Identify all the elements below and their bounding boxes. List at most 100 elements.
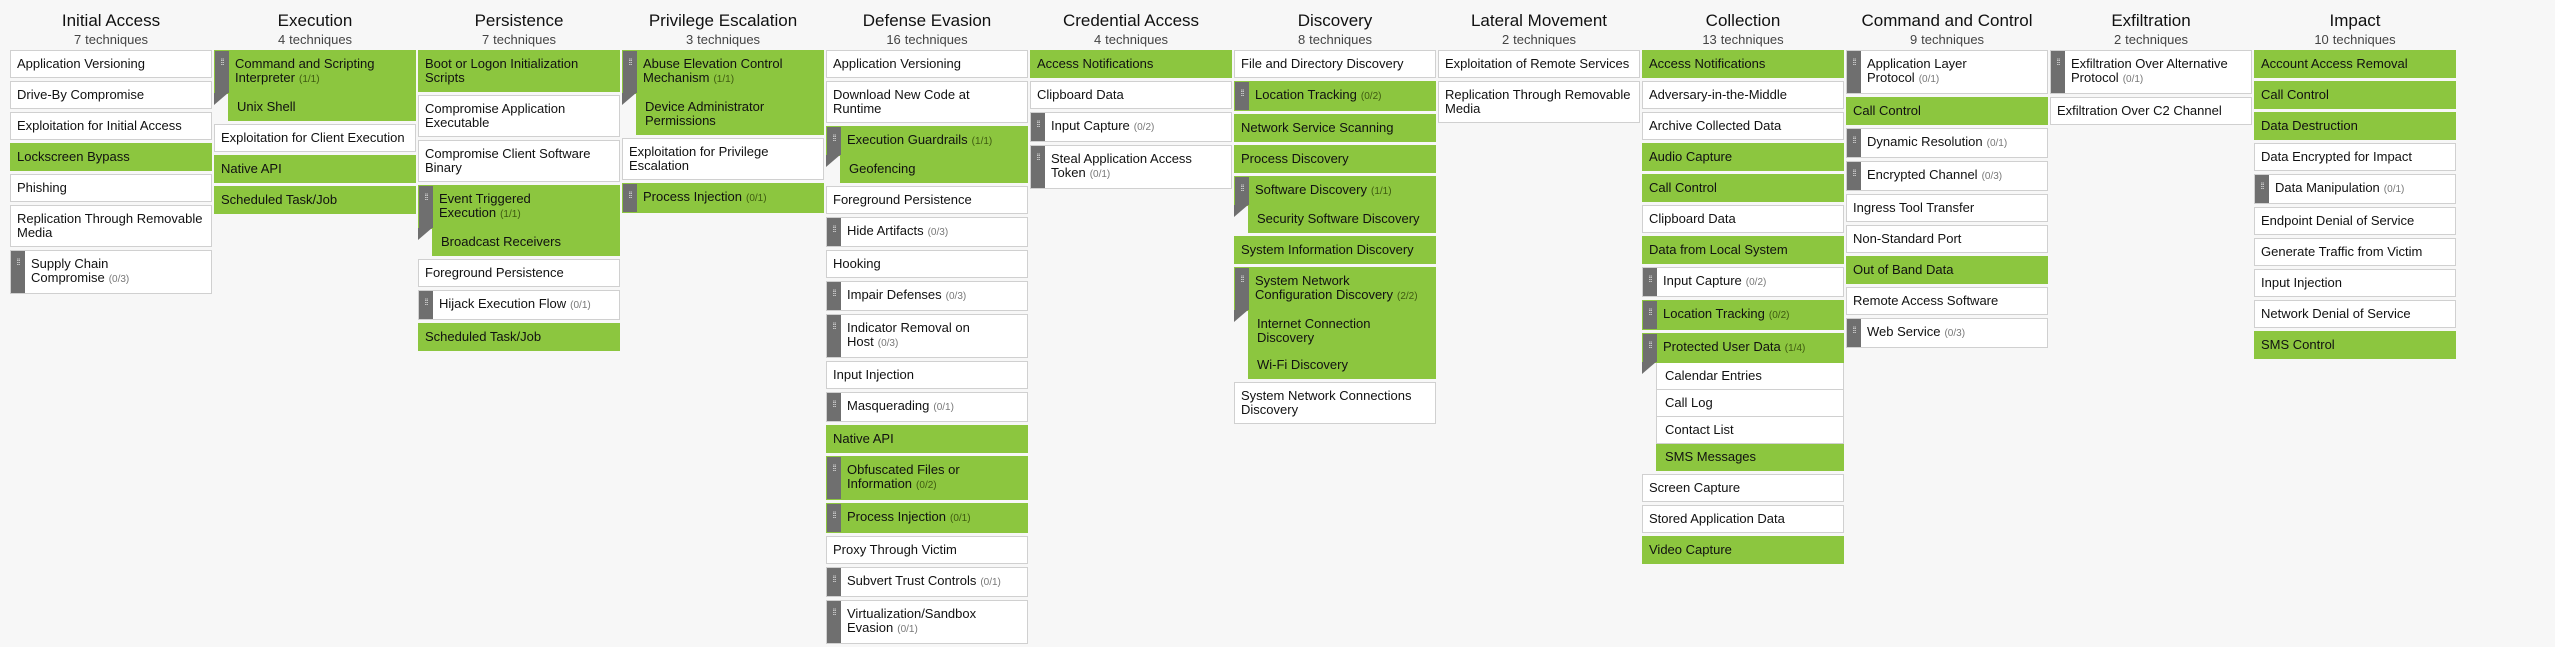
expand-subtechniques-handle-icon[interactable]: ⁞⁞ bbox=[2051, 51, 2065, 93]
tactic-header[interactable]: Persistence 7 techniques bbox=[418, 10, 620, 50]
technique-cell-software-discovery[interactable]: ⁞⁞ Software Discovery (1/1) bbox=[1234, 176, 1436, 217]
technique-cell-exfiltration-over-c2-channel[interactable]: Exfiltration Over C2 Channel bbox=[2050, 97, 2252, 125]
technique-cell-web-service[interactable]: ⁞⁞ Web Service (0/3) bbox=[1846, 318, 2048, 348]
technique-cell-replication-through-removable-media[interactable]: Replication Through Removable Media bbox=[1438, 81, 1640, 123]
sub-technique-cell-call-log[interactable]: Call Log bbox=[1656, 390, 1844, 417]
expand-subtechniques-handle-icon[interactable]: ⁞⁞ bbox=[1847, 51, 1861, 93]
sub-technique-cell-calendar-entries[interactable]: Calendar Entries bbox=[1656, 363, 1844, 390]
technique-cell-data-manipulation[interactable]: ⁞⁞ Data Manipulation (0/1) bbox=[2254, 174, 2456, 204]
technique-cell-exploitation-for-privilege-escalation[interactable]: Exploitation for Privilege Escalation bbox=[622, 138, 824, 180]
tactic-header[interactable]: Command and Control 9 techniques bbox=[1846, 10, 2048, 50]
technique-cell-scheduled-task-job[interactable]: Scheduled Task/Job bbox=[214, 186, 416, 214]
expand-subtechniques-handle-icon[interactable]: ⁞⁞ bbox=[827, 504, 841, 532]
technique-cell-obfuscated-files-or-information[interactable]: ⁞⁞ Obfuscated Files or Information (0/2) bbox=[826, 456, 1028, 500]
technique-cell-hide-artifacts[interactable]: ⁞⁞ Hide Artifacts (0/3) bbox=[826, 217, 1028, 247]
technique-cell-exploitation-for-initial-access[interactable]: Exploitation for Initial Access bbox=[10, 112, 212, 140]
technique-cell-steal-application-access-token[interactable]: ⁞⁞ Steal Application Access Token (0/1) bbox=[1030, 145, 1232, 189]
technique-cell-access-notifications[interactable]: Access Notifications bbox=[1030, 50, 1232, 78]
technique-cell-impair-defenses[interactable]: ⁞⁞ Impair Defenses (0/3) bbox=[826, 281, 1028, 311]
expand-subtechniques-handle-icon[interactable]: ⁞⁞ bbox=[1643, 301, 1657, 329]
sub-technique-cell-wi-fi-discovery[interactable]: Wi-Fi Discovery bbox=[1248, 352, 1436, 379]
technique-cell-native-api[interactable]: Native API bbox=[214, 155, 416, 183]
technique-cell-input-capture[interactable]: ⁞⁞ Input Capture (0/2) bbox=[1030, 112, 1232, 142]
tactic-header[interactable]: Exfiltration 2 techniques bbox=[2050, 10, 2252, 50]
technique-cell-remote-access-software[interactable]: Remote Access Software bbox=[1846, 287, 2048, 315]
expand-subtechniques-handle-icon[interactable]: ⁞⁞ bbox=[827, 315, 841, 357]
technique-cell-command-and-scripting-interpreter[interactable]: ⁞⁞ Command and Scripting Interpreter (1/1) bbox=[214, 50, 416, 105]
expand-subtechniques-handle-icon[interactable]: ⁞⁞ bbox=[1847, 162, 1861, 190]
expand-subtechniques-handle-icon[interactable]: ⁞⁞ bbox=[623, 184, 637, 212]
expand-subtechniques-handle-icon[interactable]: ⁞⁞ bbox=[827, 457, 841, 499]
expand-subtechniques-handle-icon[interactable]: ⁞⁞ bbox=[827, 282, 841, 310]
expand-subtechniques-handle-icon[interactable]: ⁞⁞ bbox=[827, 601, 841, 643]
technique-cell-input-injection[interactable]: Input Injection bbox=[2254, 269, 2456, 297]
technique-cell-call-control[interactable]: Call Control bbox=[1846, 97, 2048, 125]
expand-subtechniques-handle-icon[interactable]: ⁞⁞ bbox=[827, 127, 841, 155]
technique-cell-virtualization-sandbox-evasion[interactable]: ⁞⁞ Virtualization/Sandbox Evasion (0/1) bbox=[826, 600, 1028, 644]
sub-technique-cell-broadcast-receivers[interactable]: Broadcast Receivers bbox=[432, 229, 620, 256]
technique-cell-compromise-application-executable[interactable]: Compromise Application Executable bbox=[418, 95, 620, 137]
technique-cell-data-encrypted-for-impact[interactable]: Data Encrypted for Impact bbox=[2254, 143, 2456, 171]
technique-cell-endpoint-denial-of-service[interactable]: Endpoint Denial of Service bbox=[2254, 207, 2456, 235]
technique-cell-supply-chain-compromise[interactable]: ⁞⁞ Supply Chain Compromise (0/3) bbox=[10, 250, 212, 294]
technique-cell-generate-traffic-from-victim[interactable]: Generate Traffic from Victim bbox=[2254, 238, 2456, 266]
expand-subtechniques-handle-icon[interactable]: ⁞⁞ bbox=[1847, 319, 1861, 347]
technique-cell-exploitation-of-remote-services[interactable]: Exploitation of Remote Services bbox=[1438, 50, 1640, 78]
expand-subtechniques-handle-icon[interactable]: ⁞⁞ bbox=[827, 393, 841, 421]
expand-subtechniques-handle-icon[interactable]: ⁞⁞ bbox=[1847, 129, 1861, 157]
technique-cell-indicator-removal-on-host[interactable]: ⁞⁞ Indicator Removal on Host (0/3) bbox=[826, 314, 1028, 358]
expand-subtechniques-handle-icon[interactable]: ⁞⁞ bbox=[1235, 177, 1249, 205]
technique-cell-process-injection[interactable]: ⁞⁞ Process Injection (0/1) bbox=[622, 183, 824, 213]
technique-cell-download-new-code-at-runtime[interactable]: Download New Code at Runtime bbox=[826, 81, 1028, 123]
expand-subtechniques-handle-icon[interactable]: ⁞⁞ bbox=[1643, 268, 1657, 296]
technique-cell-call-control[interactable]: Call Control bbox=[1642, 174, 1844, 202]
technique-cell-protected-user-data[interactable]: ⁞⁞ Protected User Data (1/4) bbox=[1642, 333, 1844, 374]
tactic-header[interactable]: Defense Evasion 16 techniques bbox=[826, 10, 1028, 50]
technique-cell-system-network-connections-discovery[interactable]: System Network Connections Discovery bbox=[1234, 382, 1436, 424]
technique-cell-input-injection[interactable]: Input Injection bbox=[826, 361, 1028, 389]
technique-cell-archive-collected-data[interactable]: Archive Collected Data bbox=[1642, 112, 1844, 140]
technique-cell-clipboard-data[interactable]: Clipboard Data bbox=[1642, 205, 1844, 233]
sub-technique-cell-device-administrator-permissions[interactable]: Device Administrator Permissions bbox=[636, 94, 824, 135]
technique-cell-lockscreen-bypass[interactable]: Lockscreen Bypass bbox=[10, 143, 212, 171]
expand-subtechniques-handle-icon[interactable]: ⁞⁞ bbox=[2255, 175, 2269, 203]
expand-subtechniques-handle-icon[interactable]: ⁞⁞ bbox=[1031, 146, 1045, 188]
technique-cell-adversary-in-the-middle[interactable]: Adversary-in-the-Middle bbox=[1642, 81, 1844, 109]
tactic-header[interactable]: Initial Access 7 techniques bbox=[10, 10, 212, 50]
technique-cell-data-destruction[interactable]: Data Destruction bbox=[2254, 112, 2456, 140]
technique-cell-location-tracking[interactable]: ⁞⁞ Location Tracking (0/2) bbox=[1642, 300, 1844, 330]
expand-subtechniques-handle-icon[interactable]: ⁞⁞ bbox=[1235, 82, 1249, 110]
technique-cell-proxy-through-victim[interactable]: Proxy Through Victim bbox=[826, 536, 1028, 564]
technique-cell-abuse-elevation-control-mechanism[interactable]: ⁞⁞ Abuse Elevation Control Mechanism (1/1) bbox=[622, 50, 824, 105]
tactic-header[interactable]: Credential Access 4 techniques bbox=[1030, 10, 1232, 50]
technique-cell-exploitation-for-client-execution[interactable]: Exploitation for Client Execution bbox=[214, 124, 416, 152]
expand-subtechniques-handle-icon[interactable]: ⁞⁞ bbox=[623, 51, 637, 93]
technique-cell-application-versioning[interactable]: Application Versioning bbox=[826, 50, 1028, 78]
technique-cell-file-and-directory-discovery[interactable]: File and Directory Discovery bbox=[1234, 50, 1436, 78]
technique-cell-call-control[interactable]: Call Control bbox=[2254, 81, 2456, 109]
technique-cell-data-from-local-system[interactable]: Data from Local System bbox=[1642, 236, 1844, 264]
technique-cell-process-discovery[interactable]: Process Discovery bbox=[1234, 145, 1436, 173]
technique-cell-dynamic-resolution[interactable]: ⁞⁞ Dynamic Resolution (0/1) bbox=[1846, 128, 2048, 158]
technique-cell-location-tracking[interactable]: ⁞⁞ Location Tracking (0/2) bbox=[1234, 81, 1436, 111]
technique-cell-network-denial-of-service[interactable]: Network Denial of Service bbox=[2254, 300, 2456, 328]
technique-cell-account-access-removal[interactable]: Account Access Removal bbox=[2254, 50, 2456, 78]
technique-cell-exfiltration-over-alternative-protocol[interactable]: ⁞⁞ Exfiltration Over Alternative Protocol… bbox=[2050, 50, 2252, 94]
sub-technique-cell-unix-shell[interactable]: Unix Shell bbox=[228, 94, 416, 121]
technique-cell-drive-by-compromise[interactable]: Drive-By Compromise bbox=[10, 81, 212, 109]
expand-subtechniques-handle-icon[interactable]: ⁞⁞ bbox=[1235, 268, 1249, 310]
technique-cell-replication-through-removable-media[interactable]: Replication Through Removable Media bbox=[10, 205, 212, 247]
technique-cell-access-notifications[interactable]: Access Notifications bbox=[1642, 50, 1844, 78]
expand-subtechniques-handle-icon[interactable]: ⁞⁞ bbox=[419, 186, 433, 228]
tactic-header[interactable]: Execution 4 techniques bbox=[214, 10, 416, 50]
technique-cell-input-capture[interactable]: ⁞⁞ Input Capture (0/2) bbox=[1642, 267, 1844, 297]
technique-cell-system-information-discovery[interactable]: System Information Discovery bbox=[1234, 236, 1436, 264]
expand-subtechniques-handle-icon[interactable]: ⁞⁞ bbox=[827, 568, 841, 596]
technique-cell-native-api[interactable]: Native API bbox=[826, 425, 1028, 453]
technique-cell-network-service-scanning[interactable]: Network Service Scanning bbox=[1234, 114, 1436, 142]
technique-cell-process-injection[interactable]: ⁞⁞ Process Injection (0/1) bbox=[826, 503, 1028, 533]
expand-subtechniques-handle-icon[interactable]: ⁞⁞ bbox=[419, 291, 433, 319]
technique-cell-sms-control[interactable]: SMS Control bbox=[2254, 331, 2456, 359]
sub-technique-cell-geofencing[interactable]: Geofencing bbox=[840, 156, 1028, 183]
technique-cell-ingress-tool-transfer[interactable]: Ingress Tool Transfer bbox=[1846, 194, 2048, 222]
